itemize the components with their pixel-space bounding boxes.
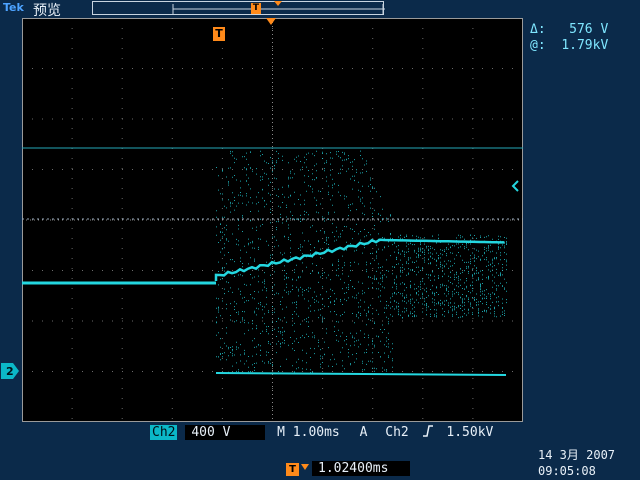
trigger-level[interactable]: 1.50kV bbox=[446, 425, 493, 440]
trigger-delay-icon: T bbox=[286, 463, 299, 476]
horizontal-delay[interactable]: T 1.02400ms bbox=[286, 461, 410, 476]
at-value: 1.79kV bbox=[561, 38, 609, 53]
delta-label: Δ: bbox=[530, 22, 546, 37]
trigger-mode: A bbox=[359, 425, 368, 440]
timebase[interactable]: M 1.00ms bbox=[277, 425, 340, 440]
trigger-level-arrow-icon[interactable] bbox=[510, 177, 522, 192]
status-bar: Ch2 400 V M 1.00ms A Ch2 1.50kV bbox=[150, 425, 493, 442]
waveform-envelope bbox=[216, 150, 507, 374]
waveform-display[interactable]: T bbox=[22, 18, 523, 422]
rising-edge-icon bbox=[422, 425, 433, 440]
delta-value: 576 V bbox=[569, 22, 609, 37]
date: 14 3月 2007 bbox=[538, 448, 616, 462]
channel-2-ground-marker[interactable]: 2 bbox=[1, 363, 19, 379]
waveform-mean-trace bbox=[214, 238, 504, 281]
at-label: @: bbox=[530, 38, 546, 53]
cursor-readout: Δ: 576 V @: 1.79kV bbox=[530, 22, 608, 54]
volts-per-div[interactable]: 400 V bbox=[185, 425, 266, 440]
trigger-source[interactable]: Ch2 bbox=[385, 425, 408, 440]
waveform-dots bbox=[216, 150, 507, 374]
channel-tag[interactable]: Ch2 bbox=[150, 425, 178, 440]
trigger-point-arrow-icon bbox=[266, 18, 276, 25]
acquisition-mode: 预览 bbox=[33, 3, 61, 19]
record-trigger-marker: T bbox=[251, 3, 261, 14]
channel-2-label: 2 bbox=[6, 365, 14, 378]
delay-arrow-icon bbox=[301, 464, 309, 470]
tek-logo: Tek bbox=[3, 1, 24, 14]
waveform-plot bbox=[22, 18, 523, 422]
date-time: 14 3月 2007 09:05:08 bbox=[538, 447, 615, 479]
trigger-position-marker: T bbox=[213, 27, 225, 41]
waveform-lower-edge bbox=[215, 372, 507, 376]
time: 09:05:08 bbox=[538, 464, 596, 478]
record-position-arrow-icon bbox=[274, 1, 282, 6]
record-view-bar[interactable]: T bbox=[92, 1, 385, 15]
delay-value: 1.02400ms bbox=[312, 461, 410, 476]
